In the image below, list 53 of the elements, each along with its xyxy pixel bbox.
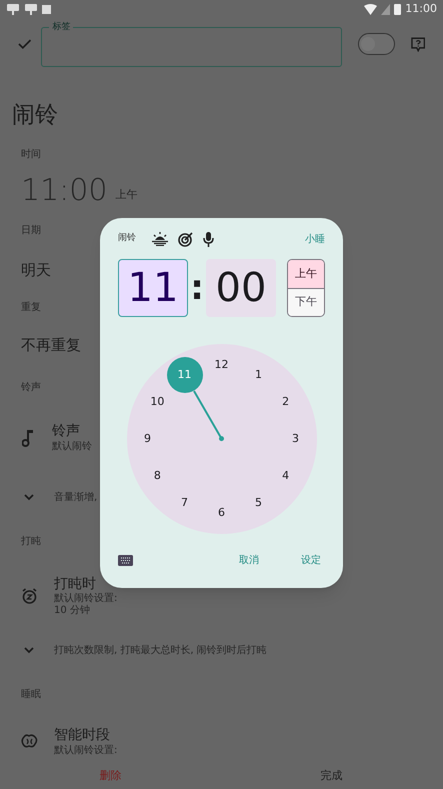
snooze-options: 打盹次数限制, 打盹最大总时长, 闹铃到时后打盹 bbox=[54, 642, 267, 658]
dial-number[interactable]: 2 bbox=[276, 394, 296, 410]
dial-number[interactable]: 12 bbox=[212, 357, 232, 373]
music-note-icon bbox=[22, 428, 34, 446]
signal-icon bbox=[381, 4, 390, 14]
snooze-subtitle: 默认闹铃设置: bbox=[54, 593, 118, 604]
confirm-button[interactable]: 设定 bbox=[297, 552, 325, 568]
section-header: 日期 bbox=[21, 224, 41, 238]
alarm-period: 上午 bbox=[115, 187, 138, 204]
section-header: 重复 bbox=[21, 300, 41, 315]
notification-icon bbox=[6, 3, 20, 15]
notification-icon bbox=[24, 3, 38, 15]
clock-hand[interactable] bbox=[191, 388, 224, 442]
chevron-down-icon[interactable] bbox=[24, 646, 34, 654]
section-header: 打盹 bbox=[21, 534, 41, 548]
dial-number[interactable]: 6 bbox=[212, 505, 232, 521]
dial-number[interactable]: 5 bbox=[248, 495, 268, 512]
ringtone-options: 音量渐增, bbox=[54, 490, 98, 505]
ringtone-subtitle: 默认闹铃 bbox=[52, 440, 92, 453]
page-title: 闹铃 bbox=[12, 101, 58, 130]
dial-number[interactable]: 8 bbox=[147, 468, 168, 484]
target-icon[interactable] bbox=[178, 232, 193, 246]
cancel-button[interactable]: 取消 bbox=[231, 552, 267, 568]
snooze-subtitle: 10 分钟 bbox=[54, 605, 91, 617]
microphone-icon[interactable] bbox=[203, 232, 214, 246]
time-separator: : bbox=[189, 266, 205, 310]
period-toggle[interactable]: 下午 bbox=[288, 288, 324, 316]
feedback-icon[interactable] bbox=[410, 36, 425, 52]
label-field-label: 标签 bbox=[49, 21, 74, 33]
period-toggle[interactable]: 上午 bbox=[288, 260, 324, 288]
battery-icon bbox=[394, 3, 402, 15]
status-time: 11:00 bbox=[405, 0, 437, 17]
hour-field[interactable]: 11 bbox=[118, 259, 188, 317]
dial-number[interactable]: 4 bbox=[276, 468, 296, 484]
wifi-icon bbox=[364, 4, 378, 14]
section-header: 铃声 bbox=[21, 380, 41, 395]
snooze-button[interactable]: 小睡 bbox=[305, 232, 325, 246]
section-header: 睡眠 bbox=[21, 688, 41, 702]
section-header: 时间 bbox=[21, 148, 41, 162]
alarm-clock-icon bbox=[22, 588, 37, 604]
clock-dial[interactable]: 12 1 2 3 4 5 6 7 8 9 10 11 bbox=[126, 344, 316, 534]
dial-number[interactable]: 3 bbox=[286, 431, 306, 447]
check-icon[interactable] bbox=[18, 38, 32, 50]
chevron-down-icon[interactable] bbox=[24, 494, 34, 501]
dialog-title: 闹铃 bbox=[118, 232, 136, 246]
dial-number[interactable]: 7 bbox=[174, 495, 194, 512]
dial-number[interactable]: 10 bbox=[147, 394, 168, 410]
dial-number[interactable]: 9 bbox=[138, 431, 158, 447]
sleep-subtitle: 默认闹铃设置: bbox=[54, 744, 118, 757]
sunrise-icon[interactable] bbox=[152, 232, 168, 246]
toggle-switch[interactable] bbox=[358, 33, 395, 55]
minute-field[interactable]: 00 bbox=[206, 259, 276, 317]
dial-number[interactable]: 1 bbox=[248, 366, 268, 383]
